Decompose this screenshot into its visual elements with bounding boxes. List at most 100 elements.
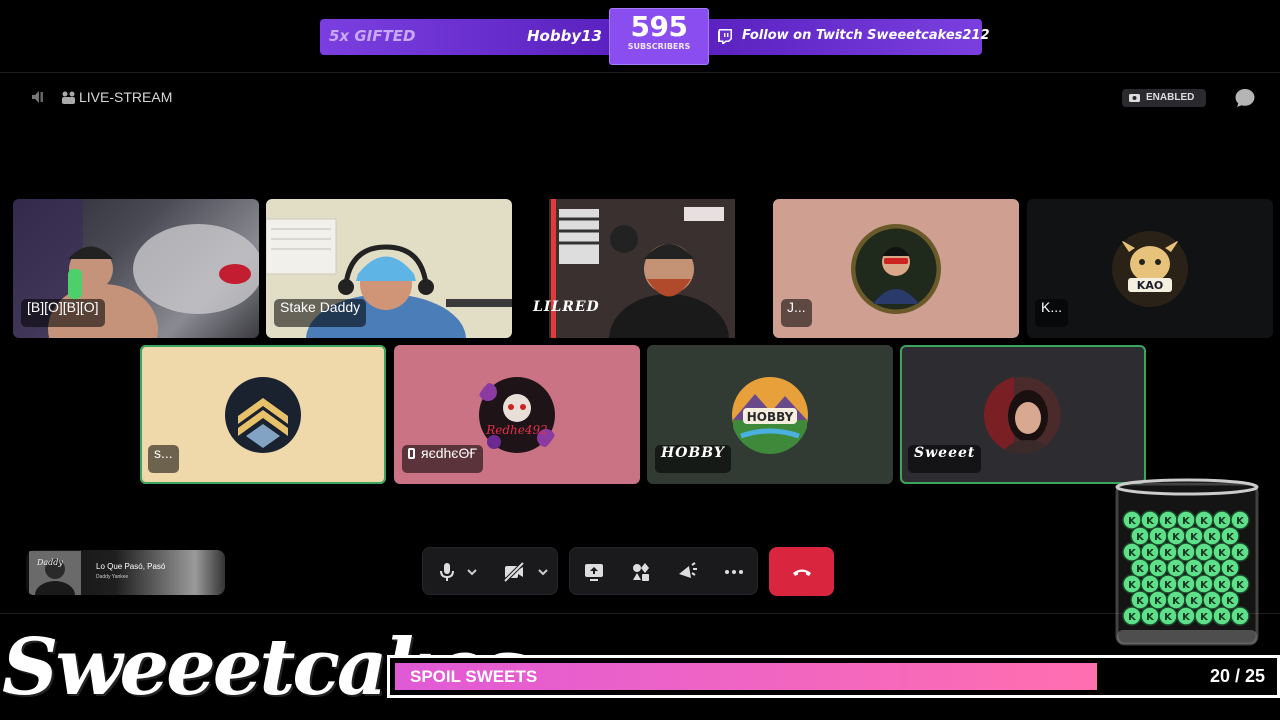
twitch-icon [718,29,732,44]
hang-up-button[interactable] [769,547,834,596]
participant-tile-bobo[interactable]: [B][O][B][O] [13,199,259,338]
jar-token-glyph: K [1236,516,1245,527]
song-artist: Daddy Yankee [96,574,129,580]
jar-token-glyph: K [1200,516,1209,527]
chevron-down-icon[interactable] [465,560,479,584]
svg-text:Daddy: Daddy [36,558,63,567]
participant-tile-stake-daddy[interactable]: Stake Daddy [266,199,512,338]
jar-token-glyph: K [1164,580,1173,591]
jar-token-glyph: K [1164,516,1173,527]
camera-off-icon[interactable] [502,560,526,584]
avatar: Redhe492 [474,372,560,458]
participant-name: Sweeet [908,445,982,473]
participant-tile-s[interactable]: s... [140,345,386,484]
jar-token-glyph: K [1136,596,1145,607]
jar-token-glyph: K [1200,612,1209,623]
follow-panel: Follow on Twitch Sweeetcakes212 [708,19,990,55]
subscriber-count-box: 595 SUBSCRIBERS [609,8,709,65]
avatar: KAO [1111,230,1189,308]
subscriber-count: 595 [630,10,688,43]
gifter-name: Hobby13 [527,27,602,45]
jar-token-glyph: K [1208,564,1217,575]
enabled-badge[interactable]: ENABLED [1122,89,1206,107]
song-title: Lo Que Pasó, Pasó [96,562,166,571]
jar-token-glyph: K [1236,580,1245,591]
svg-text:HOBBY: HOBBY [747,410,794,424]
subscriber-banner: 5x GIFTED Hobby13 Follow on Twitch Sweee… [320,8,990,65]
participant-name: яєdhєΘҒ [402,445,483,473]
jar-token-glyph: K [1172,596,1181,607]
avatar [224,376,302,454]
participant-name: Stake Daddy [274,299,367,327]
jar-token-glyph: K [1128,516,1137,527]
camera-icon [1129,94,1140,102]
chevron-down-icon[interactable] [536,560,550,584]
jar-token-glyph: K [1226,532,1235,543]
soundboard-icon[interactable] [675,560,699,584]
jar-token-glyph: K [1128,612,1137,623]
audio-video-controls [422,547,558,595]
mobile-icon [408,448,415,459]
activities-icon[interactable] [629,560,653,584]
jar-token-glyph: K [1154,596,1163,607]
more-icon[interactable] [722,560,746,584]
jar-token-glyph: K [1182,612,1191,623]
jar-token-glyph: K [1182,548,1191,559]
jar-token-glyph: K [1218,548,1227,559]
album-art: Daddy [29,551,81,595]
jar-token-glyph: K [1146,612,1155,623]
jar-token-glyph: K [1146,516,1155,527]
goal-count: 20 / 25 [1209,666,1265,686]
jar-token-glyph: K [1172,564,1181,575]
jar-token-glyph: K [1208,532,1217,543]
gift-alert: 5x GIFTED Hobby13 [320,19,610,55]
jar-token-glyph: K [1218,580,1227,591]
jar-token-glyph: K [1128,580,1137,591]
voice-call-window: LIVE-STREAM ENABLED [B][O][B][O] Stake D… [0,72,1280,614]
participant-name: J... [781,299,812,327]
avatar [984,375,1062,454]
svg-text:KAO: KAO [1137,279,1163,292]
jar-token-glyph: K [1182,516,1191,527]
jar-token-glyph: K [1164,612,1173,623]
jar-token-glyph: K [1236,612,1245,623]
jar-token-glyph: K [1146,580,1155,591]
participant-tile-lilred[interactable]: LILRED [519,199,765,338]
participant-tile-sweeet[interactable]: Sweeet [900,345,1146,484]
goal-label: SPOIL SWEETS [410,667,538,686]
jar-token-glyph: K [1226,596,1235,607]
channel-title: LIVE-STREAM [79,89,173,105]
participant-tile-j[interactable]: J... [773,199,1019,338]
goal-bar: SPOIL SWEETS 20 / 25 [387,655,1280,698]
avatar: HOBBY [731,376,809,454]
jar-token-glyph: K [1208,596,1217,607]
svg-text:Redhe492: Redhe492 [485,423,548,437]
subscriber-label: SUBSCRIBERS [627,42,691,51]
participant-tile-hobby[interactable]: HOBBY HOBBY [647,345,893,484]
participant-tile-k[interactable]: KAO K... [1027,199,1273,338]
microphone-icon[interactable] [435,560,459,584]
participant-tile-redhead[interactable]: Redhe492 яєdhєΘҒ [394,345,640,484]
stage-icon [62,91,75,104]
jar-token-glyph: K [1154,532,1163,543]
enabled-label: ENABLED [1146,92,1195,103]
jar-token-glyph: K [1236,548,1245,559]
participant-name: K... [1035,299,1069,327]
jar-token-glyph: K [1226,564,1235,575]
jar-token-glyph: K [1128,548,1137,559]
jar-token-glyph: K [1200,548,1209,559]
voice-channel-icon[interactable] [29,88,47,106]
avatar [851,223,941,314]
chat-icon[interactable] [1234,87,1256,109]
screen-share-icon[interactable] [582,560,606,584]
jar-token-glyph: K [1182,580,1191,591]
participant-name: s... [148,445,179,473]
jar-token-glyph: K [1146,548,1155,559]
now-playing-widget[interactable]: Daddy Lo Que Pasó, Pasó Daddy Yankee [26,550,225,595]
jar-token-glyph: K [1172,532,1181,543]
tip-jar-icon: K K K K K K KK K K K K KK K K K K K KK K K K K KK K K K K K KK K K K K KK… [1115,478,1259,646]
participant-name: LILRED [533,299,600,315]
jar-token-glyph: K [1218,612,1227,623]
jar-token-glyph: K [1218,516,1227,527]
jar-token-glyph: K [1154,564,1163,575]
